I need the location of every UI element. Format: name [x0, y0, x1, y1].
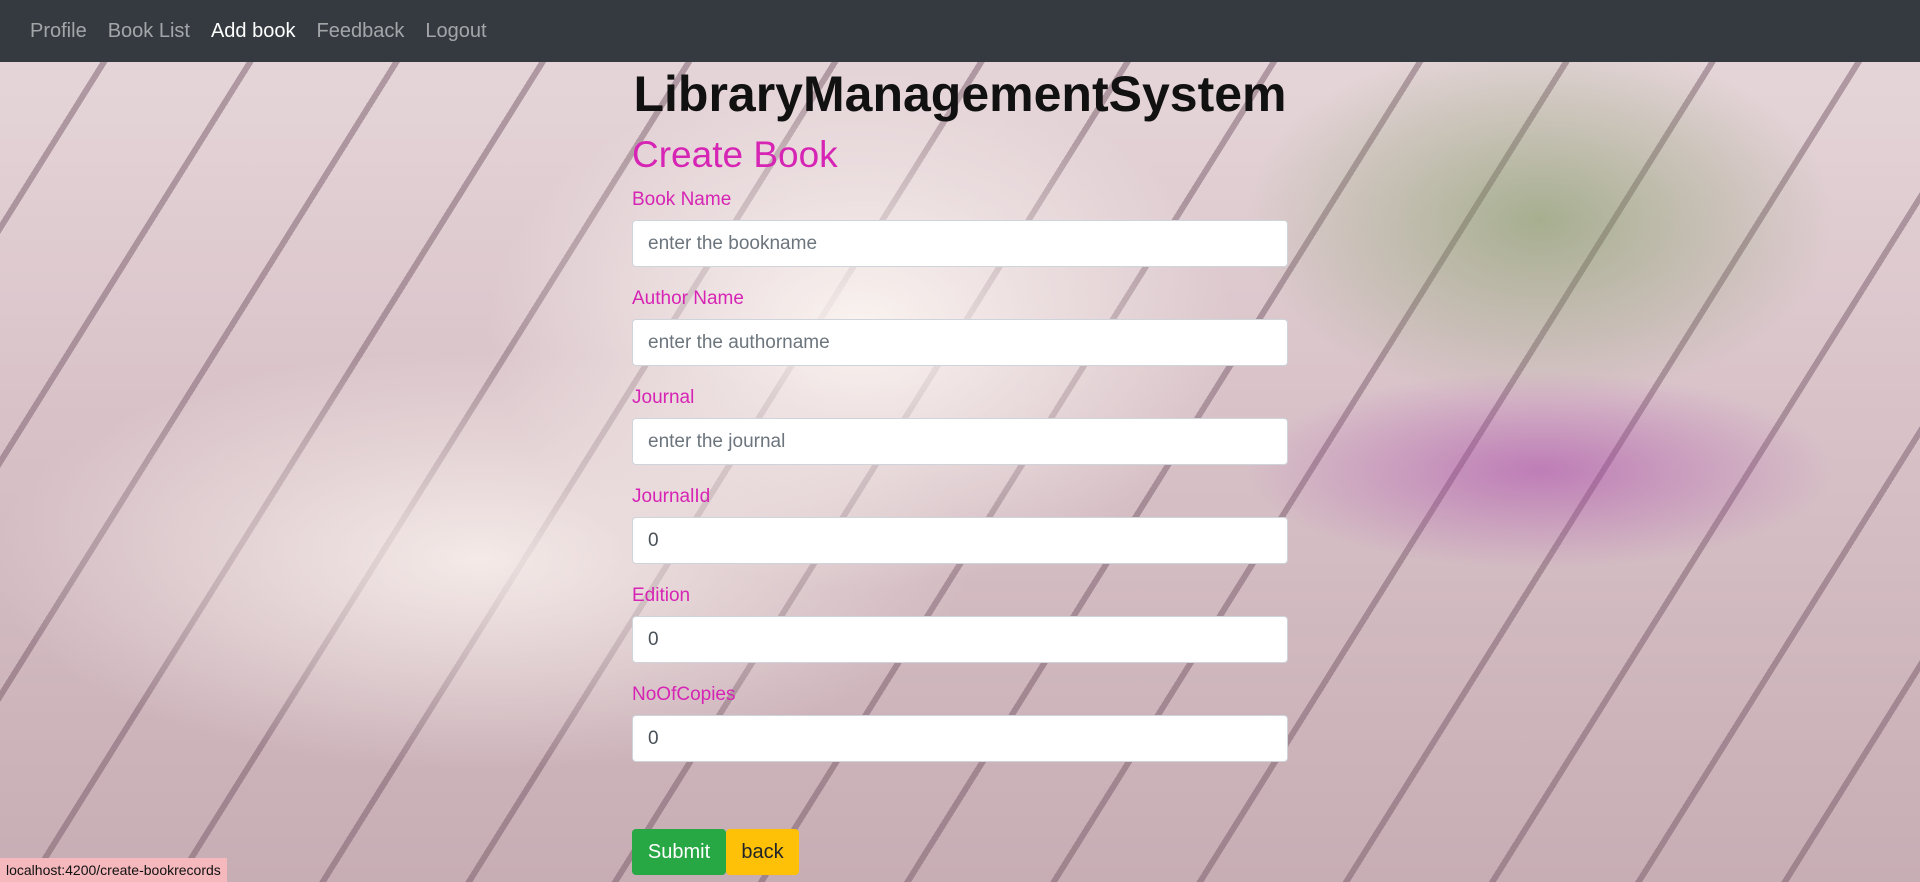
create-book-form: Create Book Book Name Author Name Journa… [632, 128, 1288, 762]
nav-link-feedback[interactable]: Feedback [316, 20, 404, 43]
author-name-label: Author Name [632, 288, 744, 309]
nav-link-logout[interactable]: Logout [425, 20, 486, 43]
edition-label: Edition [632, 585, 691, 606]
journal-input[interactable] [632, 418, 1288, 465]
submit-button[interactable]: Submit [632, 829, 726, 875]
author-name-input[interactable] [632, 319, 1288, 366]
no-of-copies-input[interactable] [632, 715, 1288, 762]
journal-id-input[interactable] [632, 517, 1288, 564]
journal-id-label: JournalId [632, 486, 711, 507]
form-buttons: Submit back [632, 829, 799, 875]
nav-link-profile[interactable]: Profile [30, 20, 87, 43]
journal-label: Journal [632, 387, 695, 408]
no-of-copies-label: NoOfCopies [632, 684, 736, 705]
edition-input[interactable] [632, 616, 1288, 663]
book-name-label: Book Name [632, 189, 732, 210]
app-title: LibraryManagementSystem [633, 66, 1287, 122]
back-button[interactable]: back [726, 829, 799, 875]
form-heading: Create Book [632, 134, 838, 175]
nav-link-add-book[interactable]: Add book [211, 20, 296, 43]
top-navbar: Profile Book List Add book Feedback Logo… [0, 0, 1920, 62]
status-bar-url: localhost:4200/create-bookrecords [0, 858, 227, 882]
nav-link-book-list[interactable]: Book List [108, 20, 190, 43]
book-name-input[interactable] [632, 220, 1288, 267]
